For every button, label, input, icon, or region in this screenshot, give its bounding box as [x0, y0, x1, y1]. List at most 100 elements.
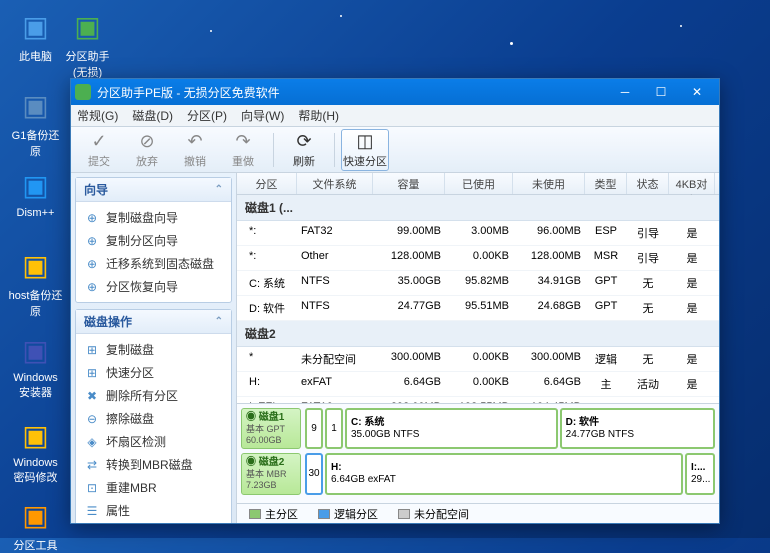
minimize-button[interactable]: ─ [607, 79, 643, 105]
toolbar-快速分区[interactable]: ◫快速分区 [341, 129, 389, 171]
partition-row[interactable]: *未分配空间300.00MB0.00KB300.00MB逻辑无是 [237, 347, 719, 372]
desktop-icon-label: 分区工具 [8, 537, 63, 553]
desktop-icon-label: Windows安装器 [8, 372, 63, 400]
desktop-icon-label: G1备份还原 [8, 127, 63, 159]
sidebar-item[interactable]: ⊞快速分区 [78, 361, 229, 384]
col-header[interactable]: 未使用 [513, 173, 585, 194]
toolbar-icon: ⟳ [296, 131, 311, 152]
col-header[interactable]: 容量 [373, 173, 445, 194]
partition-box-small[interactable]: 9 [305, 408, 323, 450]
item-label: 删除所有分区 [106, 387, 178, 404]
menubar: 常规(G) 磁盘(D) 分区(P) 向导(W) 帮助(H) [71, 105, 719, 127]
close-button[interactable]: ✕ [679, 79, 715, 105]
sidebar-item[interactable]: ⊕分区恢复向导 [78, 275, 229, 298]
desktop-icon[interactable]: ▣分区助手(无损) [60, 6, 115, 80]
partition-box[interactable]: D: 软件24.77GB NTFS [560, 408, 715, 450]
toolbar-icon: ⊘ [139, 131, 154, 152]
desktop-icon[interactable]: ▣G1备份还原 [8, 85, 63, 159]
col-header[interactable]: 4KB对齐 [669, 173, 715, 194]
sidebar-item[interactable]: ⊕复制分区向导 [78, 229, 229, 252]
disk-partitions: 91C: 系统35.00GB NTFSD: 软件24.77GB NTFS [305, 408, 715, 450]
toolbar-label: 快速分区 [343, 153, 387, 169]
desktop-icon-glyph: ▣ [16, 245, 56, 285]
disk-bar-row: ◉ 磁盘1基本 GPT60.00GB91C: 系统35.00GB NTFSD: … [241, 408, 715, 450]
desktop-icon[interactable]: ▣host备份还原 [8, 245, 63, 319]
disk-label-box[interactable]: ◉ 磁盘1基本 GPT60.00GB [241, 408, 301, 450]
toolbar-重做[interactable]: ↷重做 [219, 129, 267, 171]
col-header[interactable]: 文件系统 [297, 173, 373, 194]
item-icon: ⇄ [84, 457, 100, 473]
sidebar-item[interactable]: ⊖擦除磁盘 [78, 407, 229, 430]
partition-box[interactable]: I:...29... [685, 453, 715, 495]
menu-item[interactable]: 常规(G) [77, 107, 118, 124]
partition-row[interactable]: *:FAT3299.00MB3.00MB96.00MBESP引导是 [237, 221, 719, 246]
desktop-icon[interactable]: ▣Windows安装器 [8, 330, 63, 400]
menu-item[interactable]: 分区(P) [187, 107, 227, 124]
main-area: 向导⌃ ⊕复制磁盘向导⊕复制分区向导⊕迁移系统到固态磁盘⊕分区恢复向导磁盘操作⌃ ⊞… [71, 173, 719, 523]
desktop-icon[interactable]: ▣分区工具 [8, 495, 63, 553]
desktop-icon-glyph: ▣ [16, 6, 56, 46]
col-header[interactable]: 已使用 [445, 173, 513, 194]
partition-row[interactable]: *:Other128.00MB0.00KB128.00MBMSR引导是 [237, 246, 719, 271]
sidebar-item[interactable]: ◈坏扇区检测 [78, 430, 229, 453]
sidebar-item[interactable]: ⊕迁移系统到固态磁盘 [78, 252, 229, 275]
app-window: 分区助手PE版 - 无损分区免费软件 ─ ☐ ✕ 常规(G) 磁盘(D) 分区(P)… [70, 78, 720, 524]
toolbar-刷新[interactable]: ⟳刷新 [280, 129, 328, 171]
menu-item[interactable]: 向导(W) [241, 107, 284, 124]
item-icon: ☰ [84, 503, 100, 519]
sidebar: 向导⌃ ⊕复制磁盘向导⊕复制分区向导⊕迁移系统到固态磁盘⊕分区恢复向导磁盘操作⌃ ⊞… [71, 173, 237, 523]
partition-row[interactable]: D: 软件NTFS24.77GB95.51MB24.68GBGPT无是 [237, 296, 719, 321]
desktop-icon-glyph: ▣ [16, 165, 56, 205]
desktop-icon-glyph: ▣ [16, 85, 56, 125]
sidebar-item[interactable]: ⇄转换到MBR磁盘 [78, 453, 229, 476]
toolbar-撤销[interactable]: ↶撤销 [171, 129, 219, 171]
window-title: 分区助手PE版 - 无损分区免费软件 [97, 84, 607, 101]
partition-box-small[interactable]: 30 [305, 453, 323, 495]
desktop-icon[interactable]: ▣此电脑 [8, 6, 63, 64]
titlebar: 分区助手PE版 - 无损分区免费软件 ─ ☐ ✕ [71, 79, 719, 105]
chevron-icon: ⌃ [215, 316, 223, 327]
sidebar-item[interactable]: ✖删除所有分区 [78, 384, 229, 407]
desktop-icon-label: Dism++ [8, 207, 63, 219]
disk-partitions: 30H:6.64GB exFATI:...29... [305, 453, 715, 495]
maximize-button[interactable]: ☐ [643, 79, 679, 105]
section-header[interactable]: 磁盘操作⌃ [76, 310, 231, 334]
sidebar-item[interactable]: ⊞复制磁盘 [78, 338, 229, 361]
col-header[interactable]: 分区 [237, 173, 297, 194]
menu-item[interactable]: 帮助(H) [298, 107, 339, 124]
desktop-icon-glyph: ▣ [16, 415, 56, 455]
content: 分区文件系统容量已使用未使用类型状态4KB对齐 磁盘1 (...*:FAT329… [237, 173, 719, 523]
sidebar-item[interactable]: ⊡ 重建MBR [78, 476, 229, 499]
partition-box[interactable]: H:6.64GB exFAT [325, 453, 683, 495]
toolbar-label: 放弃 [136, 153, 158, 169]
desktop-icon[interactable]: ▣ Dism++ [8, 165, 63, 219]
disk-group-header[interactable]: 磁盘1 (... [237, 195, 719, 221]
partition-row[interactable]: H:exFAT6.64GB0.00KB6.64GB主活动是 [237, 372, 719, 397]
toolbar-放弃[interactable]: ⊘放弃 [123, 129, 171, 171]
partition-box[interactable]: C: 系统35.00GB NTFS [345, 408, 558, 450]
item-label: 擦除磁盘 [106, 410, 154, 427]
toolbar-icon: ↶ [187, 131, 202, 152]
desktop-icon-label: Windows密码修改 [8, 457, 63, 485]
menu-item[interactable]: 磁盘(D) [132, 107, 173, 124]
toolbar-icon: ✓ [91, 131, 106, 152]
partition-row[interactable]: C: 系统NTFS35.00GB95.82MB34.91GBGPT无是 [237, 271, 719, 296]
col-header[interactable]: 状态 [627, 173, 669, 194]
disk-visual: ◉ 磁盘1基本 GPT60.00GB91C: 系统35.00GB NTFSD: … [237, 403, 719, 503]
toolbar-提交[interactable]: ✓提交 [75, 129, 123, 171]
section-header[interactable]: 向导⌃ [76, 178, 231, 202]
item-icon: ⊡ [84, 480, 100, 496]
disk-group-header[interactable]: 磁盘2 [237, 321, 719, 347]
toolbar: ✓提交⊘放弃↶撤销↷重做⟳刷新◫快速分区 [71, 127, 719, 173]
partition-box-small[interactable]: 1 [325, 408, 343, 450]
item-label: 重建MBR [106, 479, 157, 496]
item-label: 复制磁盘向导 [106, 209, 178, 226]
col-header[interactable]: 类型 [585, 173, 627, 194]
desktop-icon[interactable]: ▣Windows密码修改 [8, 415, 63, 485]
disk-label-box[interactable]: ◉ 磁盘2基本 MBR7.23GB [241, 453, 301, 495]
grid-header: 分区文件系统容量已使用未使用类型状态4KB对齐 [237, 173, 719, 195]
sidebar-item[interactable]: ⊕复制磁盘向导 [78, 206, 229, 229]
sidebar-item[interactable]: ☰属性 [78, 499, 229, 522]
item-label: 迁移系统到固态磁盘 [106, 255, 214, 272]
legend-unalloc: 未分配空间 [398, 506, 469, 522]
